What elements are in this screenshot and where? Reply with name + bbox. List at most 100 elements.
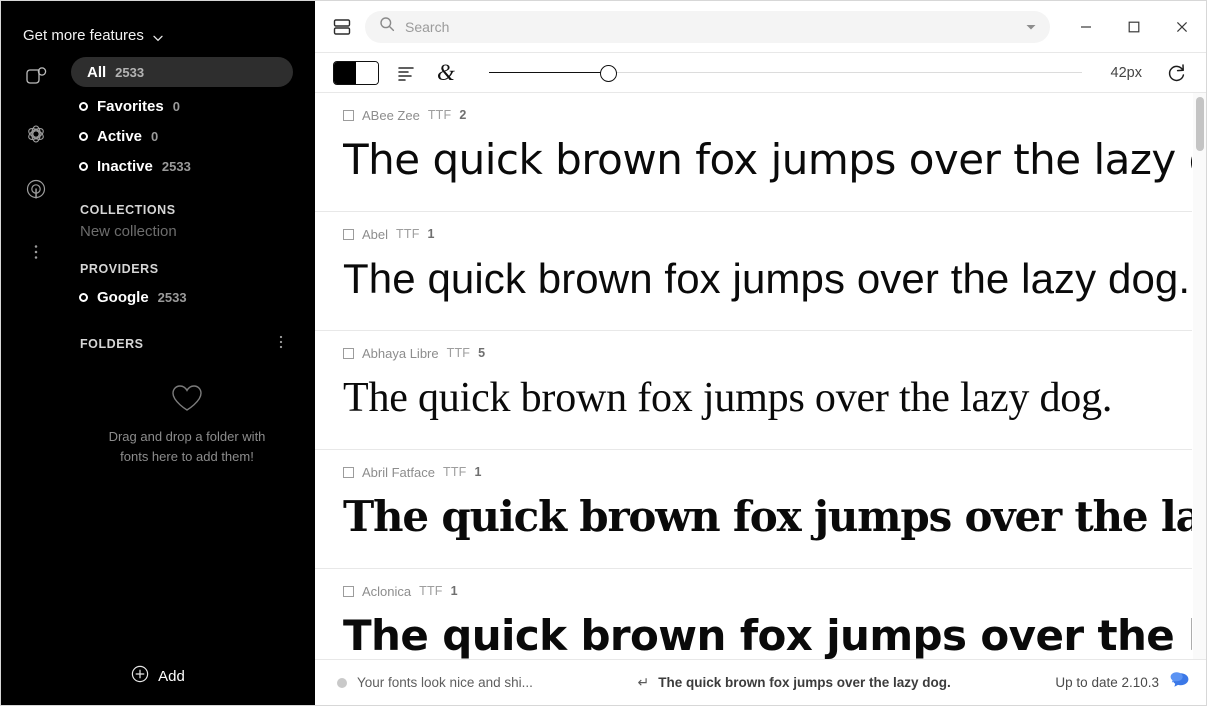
maximize-button[interactable] [1110, 1, 1158, 53]
return-arrow-icon: ↵ [638, 674, 650, 691]
font-meta: ABee Zee TTF 2 [343, 107, 1192, 123]
chat-bubble-icon[interactable] [1170, 671, 1190, 694]
sidebar: Get more features [1, 1, 315, 705]
top-bar: Search [315, 1, 1206, 53]
font-manager-window: Get more features [0, 0, 1207, 706]
folders-more-icon[interactable] [273, 334, 289, 353]
scrollbar-thumb[interactable] [1196, 97, 1204, 151]
font-format: TTF [419, 584, 443, 598]
chevron-down-icon [152, 31, 164, 43]
list-view-icon[interactable] [329, 14, 355, 40]
font-styles-count: 1 [428, 227, 435, 241]
update-status: Up to date 2.10.3 [1055, 675, 1159, 690]
table-row[interactable]: Abhaya Libre TTF 5 The quick brown fox j… [315, 331, 1192, 450]
dropzone-text: Drag and drop a folder with fonts here t… [107, 427, 267, 467]
ampersand-glyph: & [437, 61, 455, 84]
ring-icon [79, 132, 88, 141]
font-styles-count: 1 [475, 465, 482, 479]
add-folder-button[interactable]: Add [1, 647, 315, 705]
status-preview[interactable]: ↵ The quick brown fox jumps over the laz… [533, 674, 1056, 691]
close-button[interactable] [1158, 1, 1206, 53]
folder-dropzone[interactable]: Drag and drop a folder with fonts here t… [71, 383, 303, 467]
minimize-button[interactable] [1062, 1, 1110, 53]
status-left[interactable]: Your fonts look nice and shi... [337, 675, 533, 690]
sidebar-item-label: Inactive [97, 158, 153, 175]
get-more-features-label: Get more features [23, 27, 144, 44]
sidebar-item-count: 2533 [158, 290, 187, 305]
providers-header: PROVIDERS [80, 262, 303, 276]
sidebar-item-favorites[interactable]: Favorites 0 [71, 91, 303, 121]
fonts-library-icon[interactable] [21, 63, 51, 93]
broadcast-icon[interactable] [21, 175, 51, 205]
font-preview-text: The quick brown fox jumps over the lazy … [343, 486, 1192, 548]
sidebar-item-active[interactable]: Active 0 [71, 121, 303, 151]
sidebar-item-count: 2533 [115, 65, 144, 80]
table-row[interactable]: Abel TTF 1 The quick brown fox jumps ove… [315, 212, 1192, 331]
font-meta: Aclonica TTF 1 [343, 583, 1192, 599]
font-size-label: 42px [1102, 65, 1142, 81]
select-checkbox[interactable] [343, 110, 354, 121]
font-format: TTF [396, 227, 420, 241]
chevron-down-icon[interactable] [1024, 20, 1038, 34]
font-styles-count: 1 [451, 584, 458, 598]
search-input[interactable]: Search [405, 19, 1014, 35]
get-more-features-button[interactable]: Get more features [1, 1, 315, 53]
font-meta: Abhaya Libre TTF 5 [343, 345, 1192, 361]
sidebar-item-label: Active [97, 128, 142, 145]
font-list: ABee Zee TTF 2 The quick brown fox jumps… [315, 93, 1192, 659]
table-row[interactable]: Abril Fatface TTF 1 The quick brown fox … [315, 450, 1192, 569]
playground-icon[interactable] [21, 119, 51, 149]
table-row[interactable]: ABee Zee TTF 2 The quick brown fox jumps… [315, 93, 1192, 212]
preview-sentence: The quick brown fox jumps over the lazy … [658, 675, 951, 690]
sidebar-item-inactive[interactable]: Inactive 2533 [71, 151, 303, 181]
reset-icon[interactable] [1162, 58, 1192, 88]
font-preview-text: The quick brown fox jumps over the lazy … [343, 605, 1192, 659]
select-checkbox[interactable] [343, 467, 354, 478]
font-meta: Abril Fatface TTF 1 [343, 464, 1192, 480]
sidebar-item-count: 2533 [162, 159, 191, 174]
add-label: Add [158, 668, 185, 685]
sidebar-item-count: 0 [151, 129, 158, 144]
slider-thumb[interactable] [600, 65, 617, 82]
collections-header: COLLECTIONS [80, 203, 303, 217]
ring-icon [79, 102, 88, 111]
search-bar[interactable]: Search [365, 11, 1050, 43]
status-message: Your fonts look nice and shi... [357, 675, 533, 690]
font-preview-text: The quick brown fox jumps over the lazy … [343, 248, 1192, 310]
ring-icon [79, 162, 88, 171]
vertical-scrollbar[interactable] [1193, 93, 1206, 659]
sidebar-item-label: Google [97, 289, 149, 306]
sidebar-item-google[interactable]: Google 2533 [71, 282, 303, 312]
font-size-slider[interactable] [489, 61, 1082, 85]
select-checkbox[interactable] [343, 348, 354, 359]
select-checkbox[interactable] [343, 586, 354, 597]
slider-fill [489, 72, 608, 74]
preview-toolbar: & 42px [315, 53, 1206, 93]
text-align-left-icon[interactable] [393, 60, 419, 86]
status-indicator-dot [337, 678, 347, 688]
font-format: TTF [443, 465, 467, 479]
select-checkbox[interactable] [343, 229, 354, 240]
main-panel: Search [315, 1, 1206, 705]
contrast-toggle-icon[interactable] [333, 61, 379, 85]
font-name: Abel [362, 227, 388, 242]
table-row[interactable]: Aclonica TTF 1 The quick brown fox jumps… [315, 569, 1192, 659]
search-icon [379, 16, 395, 37]
status-right: Up to date 2.10.3 [1055, 671, 1190, 694]
more-options-icon[interactable] [21, 237, 51, 267]
new-collection-button[interactable]: New collection [80, 223, 303, 240]
font-styles-count: 2 [459, 108, 466, 122]
ampersand-icon[interactable]: & [433, 60, 459, 86]
font-format: TTF [447, 346, 471, 360]
sidebar-item-all[interactable]: All 2533 [71, 57, 293, 87]
status-bar: Your fonts look nice and shi... ↵ The qu… [315, 659, 1206, 705]
font-styles-count: 5 [478, 346, 485, 360]
folders-header: FOLDERS [80, 334, 303, 353]
font-format: TTF [428, 108, 452, 122]
plus-circle-icon [131, 665, 149, 687]
font-name: Abril Fatface [362, 465, 435, 480]
sidebar-item-label: All [87, 64, 106, 81]
sidebar-rail [1, 53, 71, 647]
sidebar-nav: All 2533 Favorites 0 Active 0 Inactive 2 [71, 53, 315, 647]
ring-icon [79, 293, 88, 302]
